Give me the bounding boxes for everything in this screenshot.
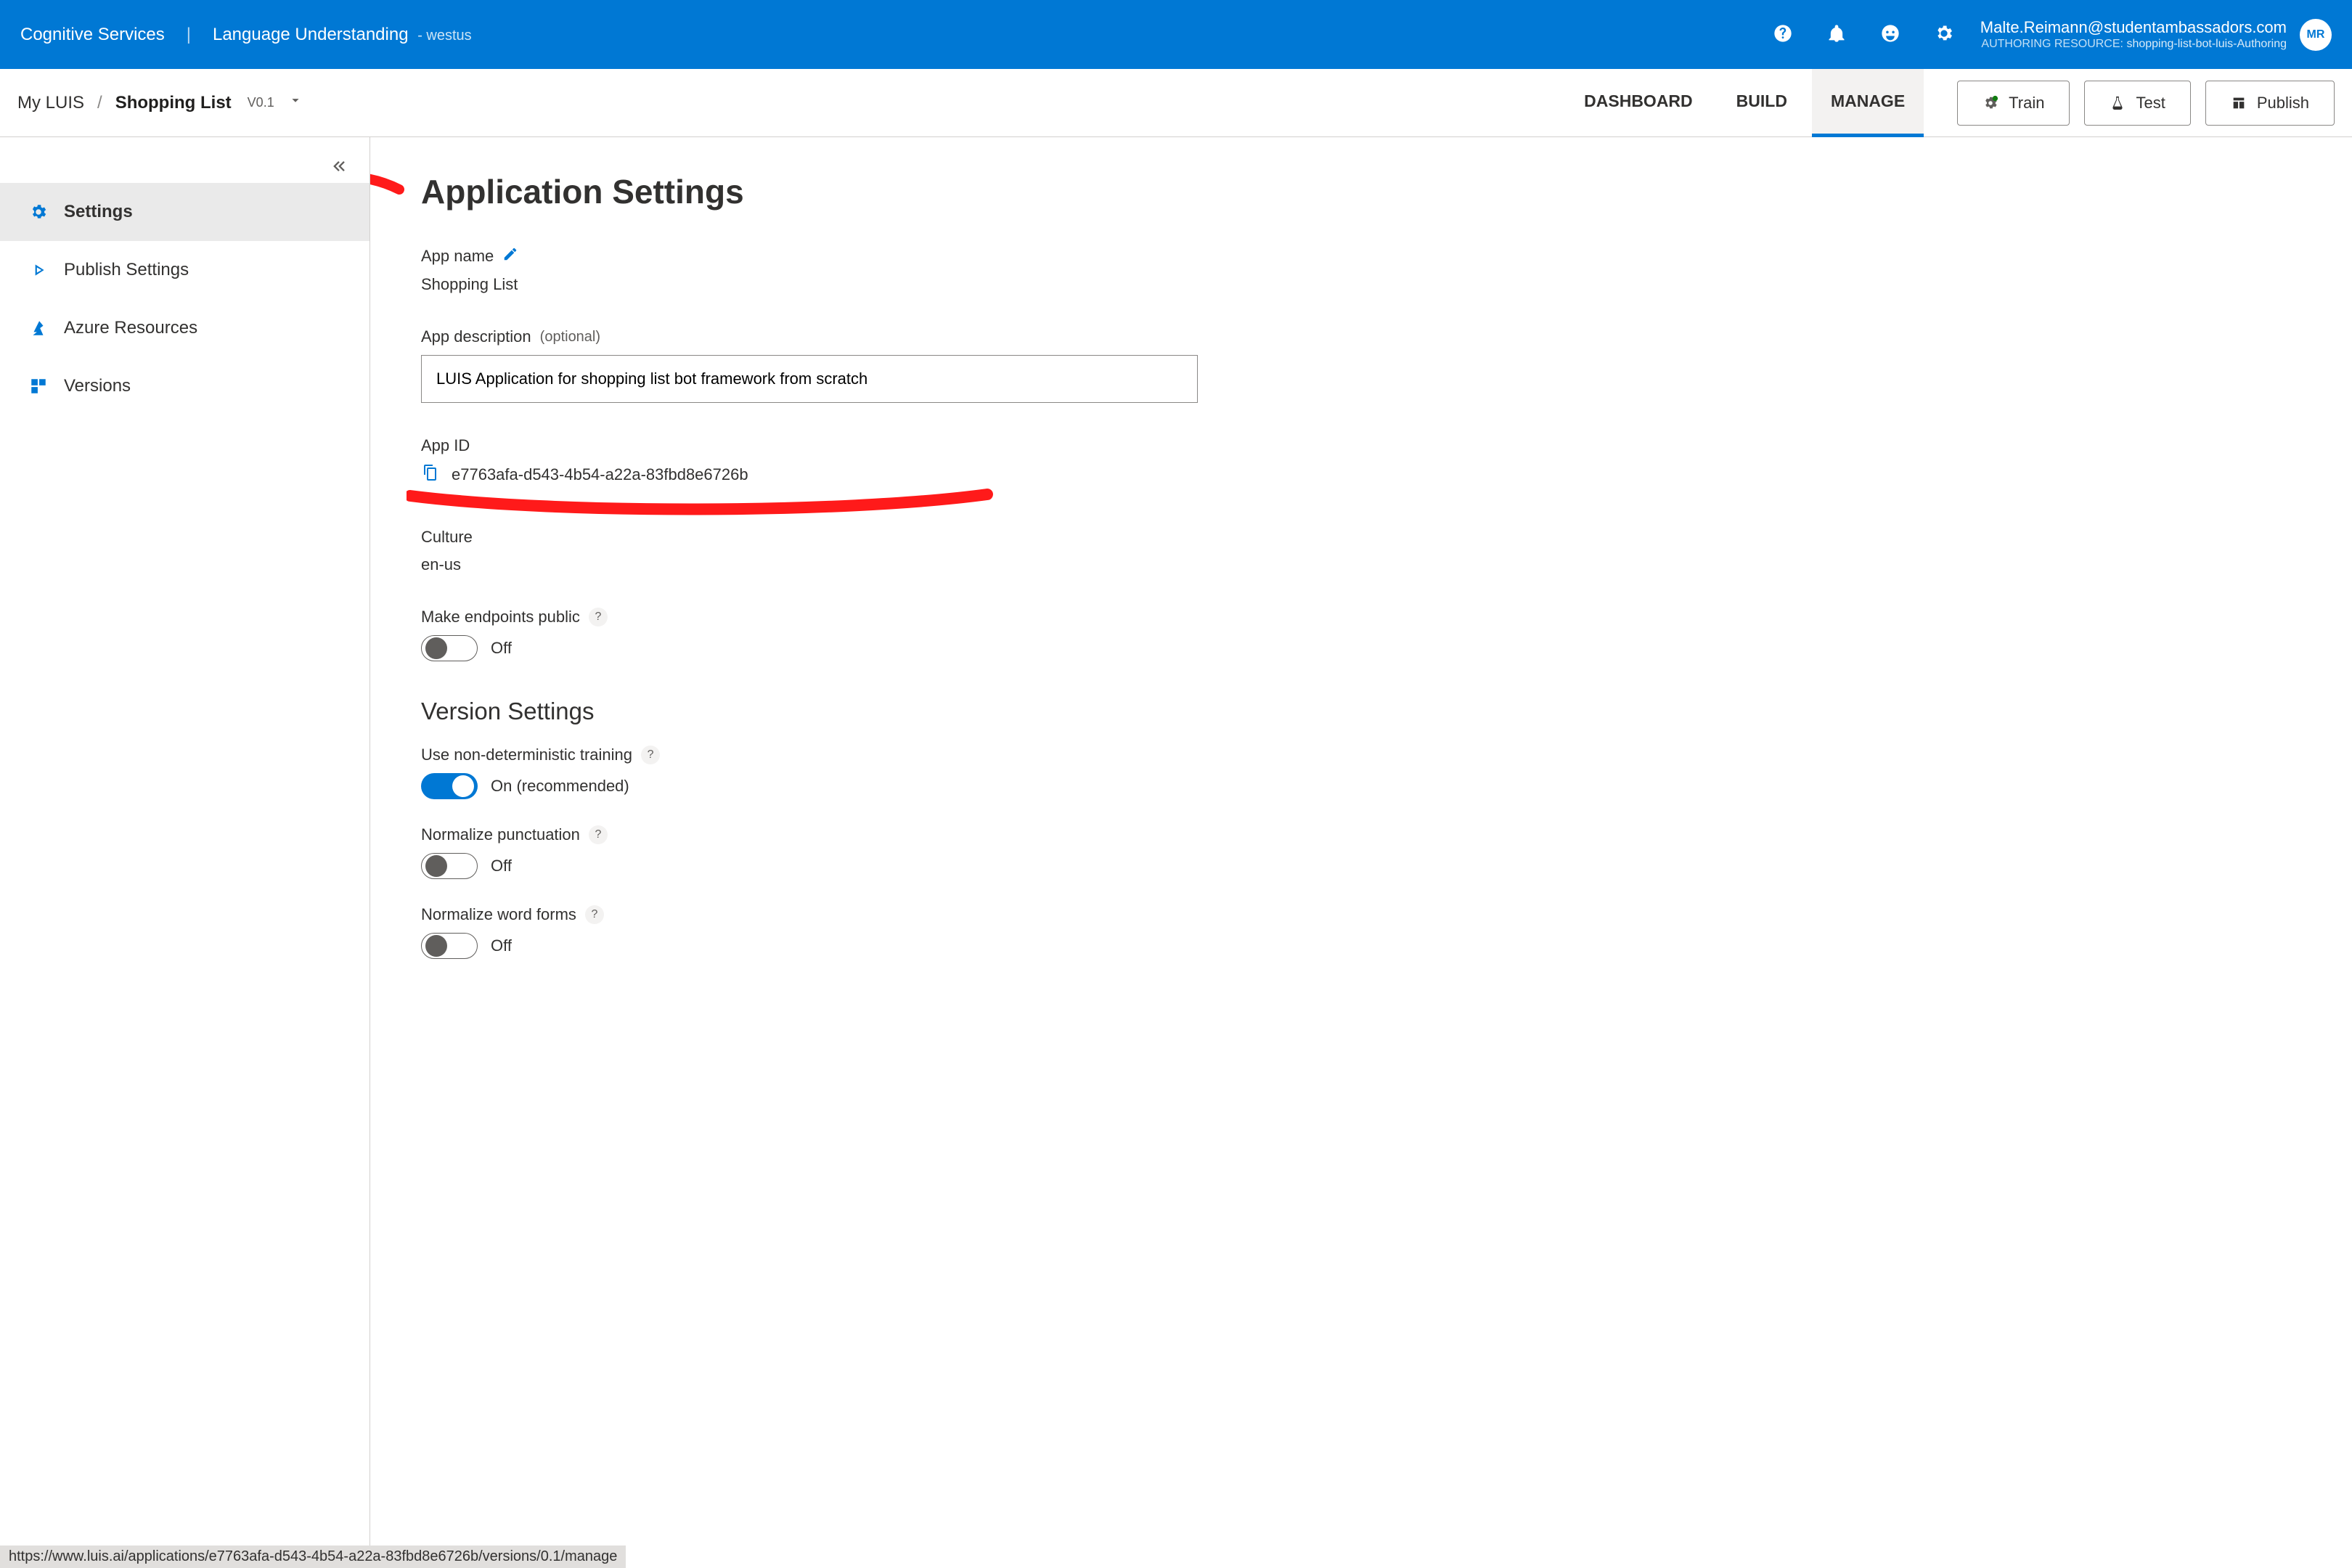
breadcrumb: My LUIS / Shopping List V0.1 [17,92,303,113]
sidebar: Settings Publish Settings Azure Resource… [0,137,370,1568]
grid-icon [29,377,48,396]
norm-word-toggle[interactable] [421,933,478,959]
play-outline-icon [29,261,48,279]
test-button[interactable]: Test [2084,81,2190,126]
culture-label: Culture [421,528,2301,547]
subservice-name[interactable]: Language Understanding - westus [213,25,472,45]
sidebar-item-label: Publish Settings [64,260,189,280]
service-name[interactable]: Cognitive Services [20,25,165,45]
version-settings-title: Version Settings [421,698,2301,725]
publish-icon [2231,95,2247,111]
edit-app-name-icon[interactable] [502,246,518,266]
version-dropdown-icon[interactable] [287,92,303,113]
resource-label: AUTHORING RESOURCE: [1981,38,2123,50]
norm-word-help-icon[interactable]: ? [585,905,604,924]
subservice-label: Language Understanding [213,25,409,44]
authoring-resource: AUTHORING RESOURCE: shopping-list-bot-lu… [1981,37,2287,52]
breadcrumb-root[interactable]: My LUIS [17,93,84,113]
resource-value: shopping-list-bot-luis-Authoring [2126,38,2287,50]
tab-manage[interactable]: MANAGE [1812,69,1924,137]
content-area: Application Settings App name Shopping L… [370,137,2352,1568]
publish-label: Publish [2257,94,2309,113]
sidebar-item-label: Settings [64,202,133,222]
sidebar-item-publish-settings[interactable]: Publish Settings [0,241,369,299]
avatar[interactable]: MR [2300,19,2332,51]
browser-status-bar: https://www.luis.ai/applications/e7763af… [0,1545,626,1568]
app-id-label: App ID [421,436,2301,455]
settings-gear-icon[interactable] [1934,23,1954,46]
app-desc-label: App description [421,327,531,346]
train-gear-icon [1983,95,1998,111]
user-block[interactable]: Malte.Reimann@studentambassadors.com AUT… [1980,17,2332,52]
copy-app-id-icon[interactable] [421,464,438,486]
endpoints-label-row: Make endpoints public ? [421,608,2301,626]
sub-header: My LUIS / Shopping List V0.1 DASHBOARD B… [0,69,2352,137]
breadcrumb-sep: / [97,93,102,113]
train-label: Train [2009,94,2044,113]
nav-tabs: DASHBOARD BUILD MANAGE [1565,69,1924,137]
action-buttons: Train Test Publish [1957,81,2335,126]
azure-icon [29,319,48,338]
endpoints-label: Make endpoints public [421,608,580,626]
user-email: Malte.Reimann@studentambassadors.com [1980,17,2287,38]
breadcrumb-current: Shopping List [115,93,232,113]
endpoints-state: Off [491,639,512,658]
user-info: Malte.Reimann@studentambassadors.com AUT… [1980,17,2287,52]
endpoints-help-icon[interactable]: ? [589,608,608,626]
norm-punct-label: Normalize punctuation [421,825,580,844]
nondet-label: Use non-deterministic training [421,746,632,764]
test-label: Test [2136,94,2165,113]
norm-punct-help-icon[interactable]: ? [589,825,608,844]
tab-build[interactable]: BUILD [1718,69,1806,137]
train-button[interactable]: Train [1957,81,2070,126]
norm-word-label-row: Normalize word forms ? [421,905,2301,924]
nondet-toggle[interactable] [421,773,478,799]
region-label: - westus [417,28,471,44]
sidebar-item-azure-resources[interactable]: Azure Resources [0,299,369,357]
header-icon-group [1773,23,1954,46]
breadcrumb-version: V0.1 [248,95,274,110]
nondet-label-row: Use non-deterministic training ? [421,746,2301,764]
norm-word-state: Off [491,936,512,955]
azure-top-header: Cognitive Services | Language Understand… [0,0,2352,69]
header-right: Malte.Reimann@studentambassadors.com AUT… [1773,17,2332,52]
tab-dashboard[interactable]: DASHBOARD [1565,69,1712,137]
sidebar-item-label: Azure Resources [64,318,197,338]
norm-punct-label-row: Normalize punctuation ? [421,825,2301,844]
app-name-value: Shopping List [421,275,2301,294]
culture-value: en-us [421,555,2301,574]
main-layout: Settings Publish Settings Azure Resource… [0,137,2352,1568]
nondet-state: On (recommended) [491,777,629,796]
header-divider: | [187,25,191,45]
endpoints-toggle[interactable] [421,635,478,661]
gear-icon [29,203,48,221]
sidebar-item-label: Versions [64,376,131,396]
app-name-label: App name [421,247,494,266]
app-id-value: e7763afa-d543-4b54-a22a-83fbd8e6726b [452,465,748,484]
feedback-smiley-icon[interactable] [1880,23,1900,46]
nav-actions: DASHBOARD BUILD MANAGE Train Test Publis… [1565,69,2335,137]
optional-hint: (optional) [540,329,600,346]
norm-punct-state: Off [491,857,512,875]
app-desc-label-row: App description (optional) [421,327,2301,346]
help-icon[interactable] [1773,23,1793,46]
nondet-help-icon[interactable]: ? [641,746,660,764]
annotation-arrow [370,153,407,240]
app-description-input[interactable] [421,355,1198,403]
publish-button[interactable]: Publish [2205,81,2335,126]
flask-icon [2110,95,2126,111]
norm-word-label: Normalize word forms [421,905,576,924]
sidebar-item-settings[interactable]: Settings [0,183,369,241]
sidebar-collapse-icon[interactable] [327,156,348,179]
header-left: Cognitive Services | Language Understand… [20,25,472,45]
app-name-label-row: App name [421,246,2301,266]
page-title: Application Settings [421,172,2301,211]
norm-punct-toggle[interactable] [421,853,478,879]
sidebar-item-versions[interactable]: Versions [0,357,369,415]
notifications-icon[interactable] [1826,23,1847,46]
